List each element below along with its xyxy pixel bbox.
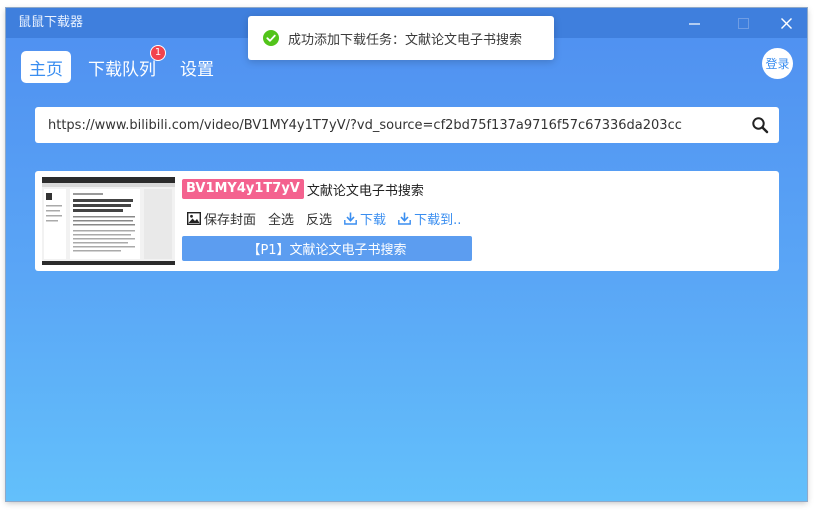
toast-message: 成功添加下载任务：文献论文电子书搜索 — [288, 32, 523, 48]
download-icon — [398, 212, 411, 225]
video-actions: 保存封面 全选 反选 下载 下载到.. — [187, 208, 473, 228]
close-button[interactable] — [769, 8, 803, 38]
image-icon — [187, 211, 201, 225]
minimize-button[interactable] — [677, 8, 711, 38]
tab-download-queue[interactable]: 下载队列 — [88, 51, 156, 83]
video-header: BV1MY4y1T7yV 文献论文电子书搜索 — [182, 179, 424, 199]
search-icon[interactable] — [751, 116, 769, 134]
select-all-label: 全选 — [268, 212, 295, 228]
close-icon — [780, 17, 792, 29]
url-search-box — [35, 107, 779, 143]
video-title: 文献论文电子书搜索 — [306, 183, 424, 199]
check-circle-icon — [263, 30, 279, 46]
part-item[interactable]: 【P1】文献论文电子书搜索 — [182, 236, 472, 261]
minimize-icon — [688, 22, 700, 25]
save-cover-button[interactable]: 保存封面 — [187, 209, 256, 228]
download-to-label: 下载到.. — [414, 212, 462, 228]
download-icon — [344, 212, 357, 225]
download-label: 下载 — [360, 212, 387, 228]
maximize-button[interactable] — [726, 8, 760, 38]
app-window: 鼠鼠下载器 主页 下载队列 1 设置 登录 https://www.bilibi… — [6, 8, 807, 501]
invert-selection-button[interactable]: 反选 — [306, 209, 332, 228]
maximize-icon — [737, 17, 749, 29]
app-title: 鼠鼠下载器 — [18, 15, 84, 30]
queue-count-badge: 1 — [150, 45, 166, 61]
select-all-button[interactable]: 全选 — [268, 209, 294, 228]
video-card: BV1MY4y1T7yV 文献论文电子书搜索 保存封面 全选 反选 下载 下载到… — [35, 171, 779, 271]
login-button[interactable]: 登录 — [762, 48, 793, 79]
save-cover-label: 保存封面 — [204, 212, 257, 228]
download-to-button[interactable]: 下载到.. — [398, 209, 461, 228]
url-input[interactable] — [48, 117, 728, 133]
success-toast: 成功添加下载任务：文献论文电子书搜索 — [248, 16, 554, 60]
tab-settings[interactable]: 设置 — [180, 51, 214, 83]
tab-home[interactable]: 主页 — [21, 51, 71, 83]
bvid-badge[interactable]: BV1MY4y1T7yV — [182, 179, 304, 199]
invert-selection-label: 反选 — [306, 212, 333, 228]
video-thumbnail — [42, 177, 175, 265]
download-button[interactable]: 下载 — [344, 209, 386, 228]
